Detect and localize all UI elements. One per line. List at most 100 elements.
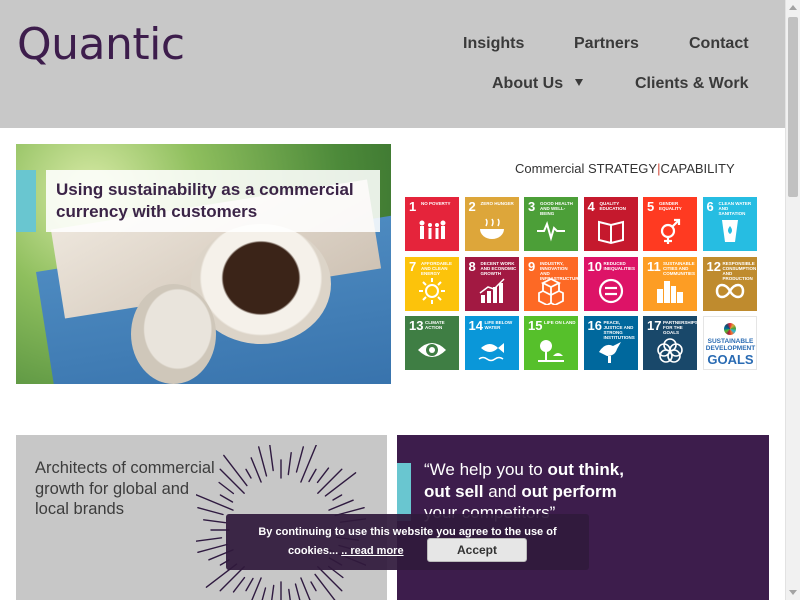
sdg-tile-number: 6 xyxy=(706,199,714,214)
sdg-tile-number: 11 xyxy=(647,258,661,274)
equal-icon xyxy=(598,278,623,303)
quote-out-sell: out sell xyxy=(424,481,484,501)
scroll-thumb[interactable] xyxy=(788,17,798,197)
sdg-tile-number: 15 xyxy=(528,318,543,333)
sdg-tile-5: 5 Gender equality xyxy=(643,197,697,251)
quote-part-1: “We help you to xyxy=(424,460,548,479)
burst-ray xyxy=(196,537,223,542)
burst-ray xyxy=(261,587,267,600)
sdg-goals-big-text: GOALS xyxy=(707,352,754,367)
sdg-tile-1: 1 No poverty xyxy=(405,197,459,251)
scroll-down-arrow-icon[interactable] xyxy=(789,590,797,595)
burst-ray xyxy=(308,468,317,483)
sdg-tile-number: 5 xyxy=(647,199,655,214)
burst-ray xyxy=(300,445,318,483)
quote-and: and xyxy=(483,481,522,501)
burst-ray xyxy=(202,519,227,524)
sdg-tile-6: 6 Clean water and sanitation xyxy=(702,197,757,251)
burst-ray xyxy=(223,454,248,487)
sdg-tile-title: Life on land xyxy=(544,320,576,325)
sdg-tile-15: 15 Life on land xyxy=(524,316,578,370)
sdg-tile-title: Zero hunger xyxy=(480,201,514,206)
sdg-tile-14: 14 Life below water xyxy=(464,316,519,370)
sdg-tile-10: 10 Reduced inequalities xyxy=(583,256,638,311)
burst-ray xyxy=(271,584,275,600)
site-header: Quantic Insights Partners Contact About … xyxy=(0,0,785,128)
quote-card-accent-bar xyxy=(397,463,411,521)
cookie-message-line-2: cookies... .. read more xyxy=(288,542,404,560)
scroll-up-arrow-icon[interactable] xyxy=(789,5,797,10)
burst-ray xyxy=(197,543,228,554)
burst-ray xyxy=(328,499,354,511)
burst-ray xyxy=(287,451,292,476)
sdg-tile-number: 13 xyxy=(409,318,424,333)
sdg-tile-title: Life below water xyxy=(484,320,513,330)
nav-partners[interactable]: Partners xyxy=(574,34,639,54)
sdg-tile-16: 16 Peace, justice and strong institutions xyxy=(583,316,638,370)
sdg-tile-title: Good health and well-being xyxy=(540,201,573,216)
sdg-tile-number: 2 xyxy=(468,199,476,214)
page-scrollbar[interactable] xyxy=(785,0,800,600)
gender-icon xyxy=(660,218,681,244)
nav-contact[interactable]: Contact xyxy=(689,34,749,54)
sdg-tile-title: Partnerships for the goals xyxy=(663,320,698,335)
sdg-tile-number: 12 xyxy=(706,258,721,274)
burst-ray xyxy=(317,566,343,592)
dove-icon xyxy=(598,342,621,363)
sdg-tile-9: 9 Industry, innovation and infrastructure xyxy=(524,256,582,311)
sdg-tile-number: 16 xyxy=(587,318,602,333)
cookie-message-cookies: cookies... xyxy=(288,545,339,557)
burst-ray xyxy=(219,566,245,592)
sdg-tile-number: 9 xyxy=(528,258,536,274)
nav-insights[interactable]: Insights xyxy=(463,34,524,54)
sdg-tile-number: 1 xyxy=(409,199,417,214)
sdg-tile-4: 4 Quality education xyxy=(583,197,638,251)
nav-about-us-label: About Us xyxy=(492,75,564,92)
sdg-tile-7: 7 Affordable and clean energy xyxy=(405,256,459,311)
burst-ray xyxy=(332,494,343,501)
fish-icon xyxy=(478,343,504,362)
sdg-panel-title: Commercial STRATEGY|CAPABILITY xyxy=(515,161,735,176)
nav-about-us[interactable]: About Us xyxy=(492,74,584,94)
sdg-tile-title: Sustainable cities and communities xyxy=(663,260,695,276)
burst-ray xyxy=(295,446,305,473)
burst-ray xyxy=(232,576,246,593)
sdg-tile-number: 14 xyxy=(468,318,483,333)
sdg-tile-title: Gender equality xyxy=(659,201,682,211)
sdg-tile-title: Quality education xyxy=(599,201,626,211)
sdg-tile-2: 2 Zero hunger xyxy=(464,197,519,251)
water-glass-icon xyxy=(721,220,738,242)
sdg-tile-3: 3 Good health and well-being xyxy=(524,197,578,251)
quantic-logo[interactable]: Quantic xyxy=(17,18,185,72)
sdg-tile-number: 10 xyxy=(587,258,602,274)
caret-down-icon xyxy=(575,79,584,86)
burst-ray xyxy=(197,507,224,516)
banner-accent-bar xyxy=(16,170,36,232)
burst-ray xyxy=(250,457,262,483)
sdg-panel[interactable]: Commercial STRATEGY|CAPABILITY 1 No pover… xyxy=(391,144,769,384)
cookie-accept-button[interactable]: Accept xyxy=(427,538,527,562)
sdg-tile-title: No poverty xyxy=(421,201,451,206)
sdg-tile-title: Clean water and sanitation xyxy=(718,201,752,216)
burst-ray xyxy=(314,573,336,600)
rings-icon xyxy=(657,338,683,363)
sdg-tile-number: 3 xyxy=(528,199,536,214)
quote-out-think: out think, xyxy=(547,460,624,479)
sdg-tile-12: 12 Responsible consumption and production xyxy=(702,256,757,311)
infinity-icon xyxy=(715,283,744,298)
burst-ray xyxy=(219,468,245,494)
nav-clients-work[interactable]: Clients & Work xyxy=(635,74,749,94)
tree-icon xyxy=(538,340,564,362)
family-icon xyxy=(419,220,446,239)
banner-caption[interactable]: Using sustainability as a commercial cur… xyxy=(46,170,380,232)
sun-icon xyxy=(419,277,445,304)
sdg-tile-8: 8 Decent work and economic growth xyxy=(464,256,519,311)
burst-ray xyxy=(310,581,317,592)
banner-carton-photo[interactable]: Using sustainability as a commercial cur… xyxy=(16,144,391,384)
burst-ray xyxy=(324,472,357,497)
sdg-goals-logo-tile: SUSTAINABLE DEVELOPMENT GOALS xyxy=(702,316,757,370)
sdg-tile-11: 11 Sustainable cities and communities xyxy=(643,256,697,311)
burst-ray xyxy=(269,445,274,472)
cookie-read-more-link[interactable]: .. read more xyxy=(341,545,403,557)
burst-ray xyxy=(219,494,234,503)
